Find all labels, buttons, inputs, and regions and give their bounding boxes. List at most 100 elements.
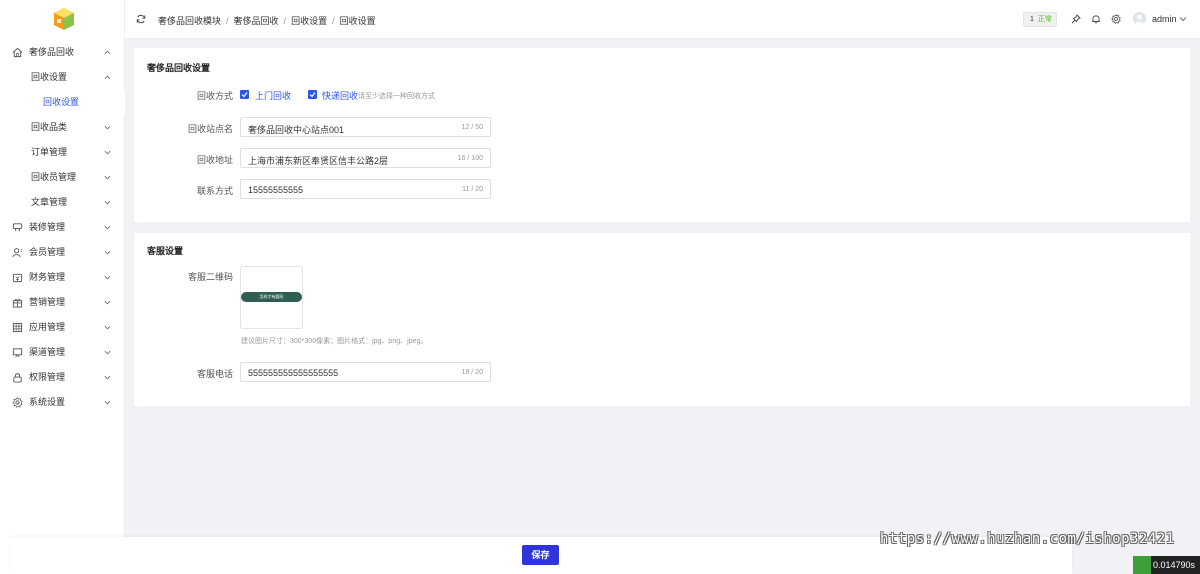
breadcrumb: 奢侈品回收模块 / 奢侈品回收 / 回收设置 / 回收设置 bbox=[158, 16, 376, 26]
card-title: 奢侈品回收设置 bbox=[147, 63, 211, 73]
badge-count: 1 bbox=[1030, 16, 1034, 23]
qr-caption: 怎样才有圆形 bbox=[259, 294, 284, 299]
qr-image: 怎样才有圆形 bbox=[241, 292, 302, 302]
qr-label: 客服二维码 bbox=[187, 272, 233, 282]
pin-icon[interactable] bbox=[1071, 14, 1081, 24]
char-count: 16 / 100 bbox=[457, 155, 483, 162]
check-icon bbox=[309, 92, 316, 98]
chevron-down-icon bbox=[104, 300, 111, 305]
gift-icon bbox=[12, 298, 23, 308]
sidebar-item-label: 权限管理 bbox=[29, 372, 66, 382]
sidebar-item-label: 营销管理 bbox=[29, 297, 66, 307]
qr-upload[interactable]: 怎样才有圆形 bbox=[240, 266, 303, 329]
sidebar-item-recycle-settings-group[interactable]: 回收设置 bbox=[0, 65, 125, 90]
save-button[interactable]: 保存 bbox=[522, 545, 559, 565]
phone-label: 客服电话 bbox=[196, 369, 233, 379]
breadcrumb-item[interactable]: 奢侈品回收模块 bbox=[158, 16, 221, 26]
refresh-icon[interactable] bbox=[136, 14, 146, 24]
sidebar-item-members[interactable]: 会员管理 bbox=[0, 240, 125, 265]
char-count: 18 / 20 bbox=[461, 369, 483, 376]
sidebar-item-label: 回收设置 bbox=[43, 97, 80, 107]
sidebar-menu: 奢侈品回收 回收设置 回收设置 回收品类 订单管理 回收员管理 文章管理 装修管… bbox=[0, 40, 125, 415]
logo-icon[interactable] bbox=[52, 7, 76, 31]
user-icon bbox=[12, 248, 23, 258]
sidebar-item-system-settings[interactable]: 系统设置 bbox=[0, 390, 125, 415]
contact-label: 联系方式 bbox=[196, 186, 233, 196]
station-name-input[interactable]: 奢侈品回收中心站点001 12 / 50 bbox=[240, 117, 491, 137]
sidebar-item-apps[interactable]: 应用管理 bbox=[0, 315, 125, 340]
avatar[interactable] bbox=[1133, 12, 1146, 25]
qr-hint: 建议图片尺寸：300*300像素；图片格式：jpg、png、jpeg。 bbox=[241, 338, 428, 345]
sidebar-item-label: 系统设置 bbox=[29, 397, 66, 407]
char-count: 11 / 20 bbox=[462, 186, 483, 193]
breadcrumb-item[interactable]: 奢侈品回收 bbox=[234, 16, 279, 26]
watermark: https://www.huzhan.com/ishop32421 bbox=[880, 531, 1175, 547]
sidebar-item-luxury-recycle[interactable]: 奢侈品回收 bbox=[0, 40, 125, 65]
username[interactable]: admin bbox=[1152, 14, 1177, 24]
chevron-down-icon bbox=[104, 325, 111, 330]
char-count: 12 / 50 bbox=[461, 124, 483, 131]
breadcrumb-item[interactable]: 回收设置 bbox=[291, 16, 327, 26]
sidebar-item-recyclers[interactable]: 回收员管理 bbox=[0, 165, 125, 190]
channel-icon bbox=[12, 348, 23, 358]
chevron-up-icon bbox=[104, 50, 111, 55]
sidebar-item-recycle-settings[interactable]: 回收设置 bbox=[0, 90, 125, 115]
chevron-down-icon bbox=[104, 250, 111, 255]
sidebar-item-marketing[interactable]: 营销管理 bbox=[0, 290, 125, 315]
chevron-down-icon bbox=[104, 275, 111, 280]
sidebar-item-label: 回收员管理 bbox=[31, 172, 77, 182]
status-badge[interactable]: 1 正常 bbox=[1023, 12, 1057, 27]
door-pickup-label[interactable]: 上门回收 bbox=[255, 89, 291, 102]
chevron-down-icon bbox=[104, 175, 111, 180]
address-value: 上海市浦东新区奉贤区信丰公路2层 bbox=[248, 156, 389, 166]
sidebar-item-permissions[interactable]: 权限管理 bbox=[0, 365, 125, 390]
sidebar-item-label: 文章管理 bbox=[31, 197, 68, 207]
chevron-down-icon bbox=[104, 225, 111, 230]
method-hint: 请至少选择一种回收方式 bbox=[358, 93, 435, 100]
chevron-down-icon bbox=[104, 125, 111, 130]
contact-input[interactable]: 15555555555 11 / 20 bbox=[240, 179, 491, 199]
home-icon bbox=[12, 47, 23, 58]
check-icon bbox=[241, 92, 248, 98]
bell-icon[interactable] bbox=[1091, 14, 1101, 24]
station-name-value: 奢侈品回收中心站点001 bbox=[248, 125, 345, 135]
chevron-down-icon bbox=[104, 400, 111, 405]
avatar-icon bbox=[1135, 14, 1144, 25]
chevron-up-icon bbox=[104, 75, 111, 80]
door-pickup-checkbox[interactable] bbox=[240, 90, 249, 99]
card-title: 客服设置 bbox=[147, 246, 184, 256]
address-label: 回收地址 bbox=[196, 155, 233, 165]
express-recycle-checkbox[interactable] bbox=[308, 90, 317, 99]
chevron-down-icon bbox=[104, 375, 111, 380]
sidebar-item-label: 应用管理 bbox=[29, 322, 66, 332]
chevron-down-icon[interactable] bbox=[1179, 15, 1187, 23]
sidebar-item-label: 财务管理 bbox=[29, 272, 66, 282]
chevron-down-icon bbox=[104, 150, 111, 155]
sidebar-item-decoration[interactable]: 装修管理 bbox=[0, 215, 125, 240]
express-recycle-label[interactable]: 快递回收 bbox=[322, 89, 358, 102]
sidebar-item-recycle-category[interactable]: 回收品类 bbox=[0, 115, 125, 140]
sidebar-item-orders[interactable]: 订单管理 bbox=[0, 140, 125, 165]
phone-input[interactable]: 555555555555555555 18 / 20 bbox=[240, 362, 491, 382]
sidebar: 奢侈品回收 回收设置 回收设置 回收品类 订单管理 回收员管理 文章管理 装修管… bbox=[0, 0, 125, 574]
badge-status: 正常 bbox=[1037, 16, 1052, 23]
decorate-icon bbox=[12, 223, 23, 232]
sidebar-item-label: 订单管理 bbox=[31, 147, 68, 157]
contact-value: 15555555555 bbox=[248, 185, 304, 195]
timer-badge: 0.014790s bbox=[1133, 556, 1200, 574]
sidebar-item-label: 奢侈品回收 bbox=[29, 47, 75, 57]
sidebar-item-label: 回收品类 bbox=[31, 122, 68, 132]
gear-icon bbox=[12, 397, 23, 408]
sidebar-item-label: 会员管理 bbox=[29, 247, 66, 257]
sidebar-item-label: 装修管理 bbox=[29, 222, 66, 232]
address-input[interactable]: 上海市浦东新区奉贤区信丰公路2层 16 / 100 bbox=[240, 148, 491, 168]
sidebar-item-channels[interactable]: 渠道管理 bbox=[0, 340, 125, 365]
app-grid-icon bbox=[12, 322, 23, 333]
sidebar-item-articles[interactable]: 文章管理 bbox=[0, 190, 125, 215]
chevron-down-icon bbox=[104, 350, 111, 355]
service-settings-card: 客服设置 客服二维码 怎样才有圆形 建议图片尺寸：300*300像素；图片格式：… bbox=[134, 233, 1190, 406]
sidebar-item-finance[interactable]: 财务管理 bbox=[0, 265, 125, 290]
chevron-down-icon bbox=[104, 200, 111, 205]
sidebar-item-label: 回收设置 bbox=[31, 72, 68, 82]
settings-icon[interactable] bbox=[1111, 14, 1121, 24]
